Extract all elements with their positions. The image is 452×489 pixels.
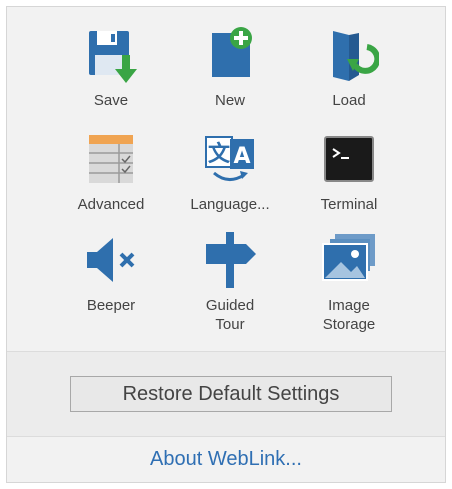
guided-tour-button[interactable]: Guided Tour xyxy=(170,230,290,333)
about-weblink-link[interactable]: About WebLink... xyxy=(7,437,445,482)
restore-default-settings-button[interactable]: Restore Default Settings xyxy=(70,376,392,412)
language-label: Language... xyxy=(190,196,270,213)
language-icon: 文 A xyxy=(205,136,254,181)
new-label: New xyxy=(214,92,245,109)
load-folder-icon xyxy=(333,31,379,81)
guided-tour-label-line1: Guided xyxy=(205,297,255,314)
guided-tour-label-line2: Tour xyxy=(215,316,245,333)
svg-text:文: 文 xyxy=(208,141,231,167)
image-storage-label-line1: Image xyxy=(328,297,370,314)
image-storage-icon xyxy=(322,234,375,281)
image-storage-button[interactable]: Image Storage xyxy=(289,230,409,333)
svg-text:A: A xyxy=(233,144,250,169)
new-document-icon xyxy=(212,27,252,77)
menu-grid: Save New Load Advanced 文 A Language... T… xyxy=(7,7,445,351)
image-storage-label-line2: Storage xyxy=(322,316,376,333)
language-button[interactable]: 文 A Language... xyxy=(170,129,290,229)
load-label: Load xyxy=(332,92,366,109)
terminal-label: Terminal xyxy=(320,196,378,213)
advanced-button[interactable]: Advanced xyxy=(51,129,171,229)
speaker-muted-icon xyxy=(87,238,135,282)
save-button[interactable]: Save xyxy=(51,25,171,125)
terminal-icon xyxy=(324,136,374,182)
load-button[interactable]: Load xyxy=(289,25,409,125)
beeper-button[interactable]: Beeper xyxy=(51,230,171,330)
restore-section: Restore Default Settings xyxy=(7,352,445,436)
signpost-icon xyxy=(206,232,256,288)
terminal-button[interactable]: Terminal xyxy=(289,129,409,229)
settings-menu-panel: Save New Load Advanced 文 A Language... T… xyxy=(6,6,446,483)
advanced-settings-icon xyxy=(89,135,133,183)
new-button[interactable]: New xyxy=(170,25,290,125)
save-icon xyxy=(89,31,137,83)
advanced-label: Advanced xyxy=(77,196,145,213)
save-label: Save xyxy=(93,92,129,109)
beeper-label: Beeper xyxy=(86,297,136,314)
